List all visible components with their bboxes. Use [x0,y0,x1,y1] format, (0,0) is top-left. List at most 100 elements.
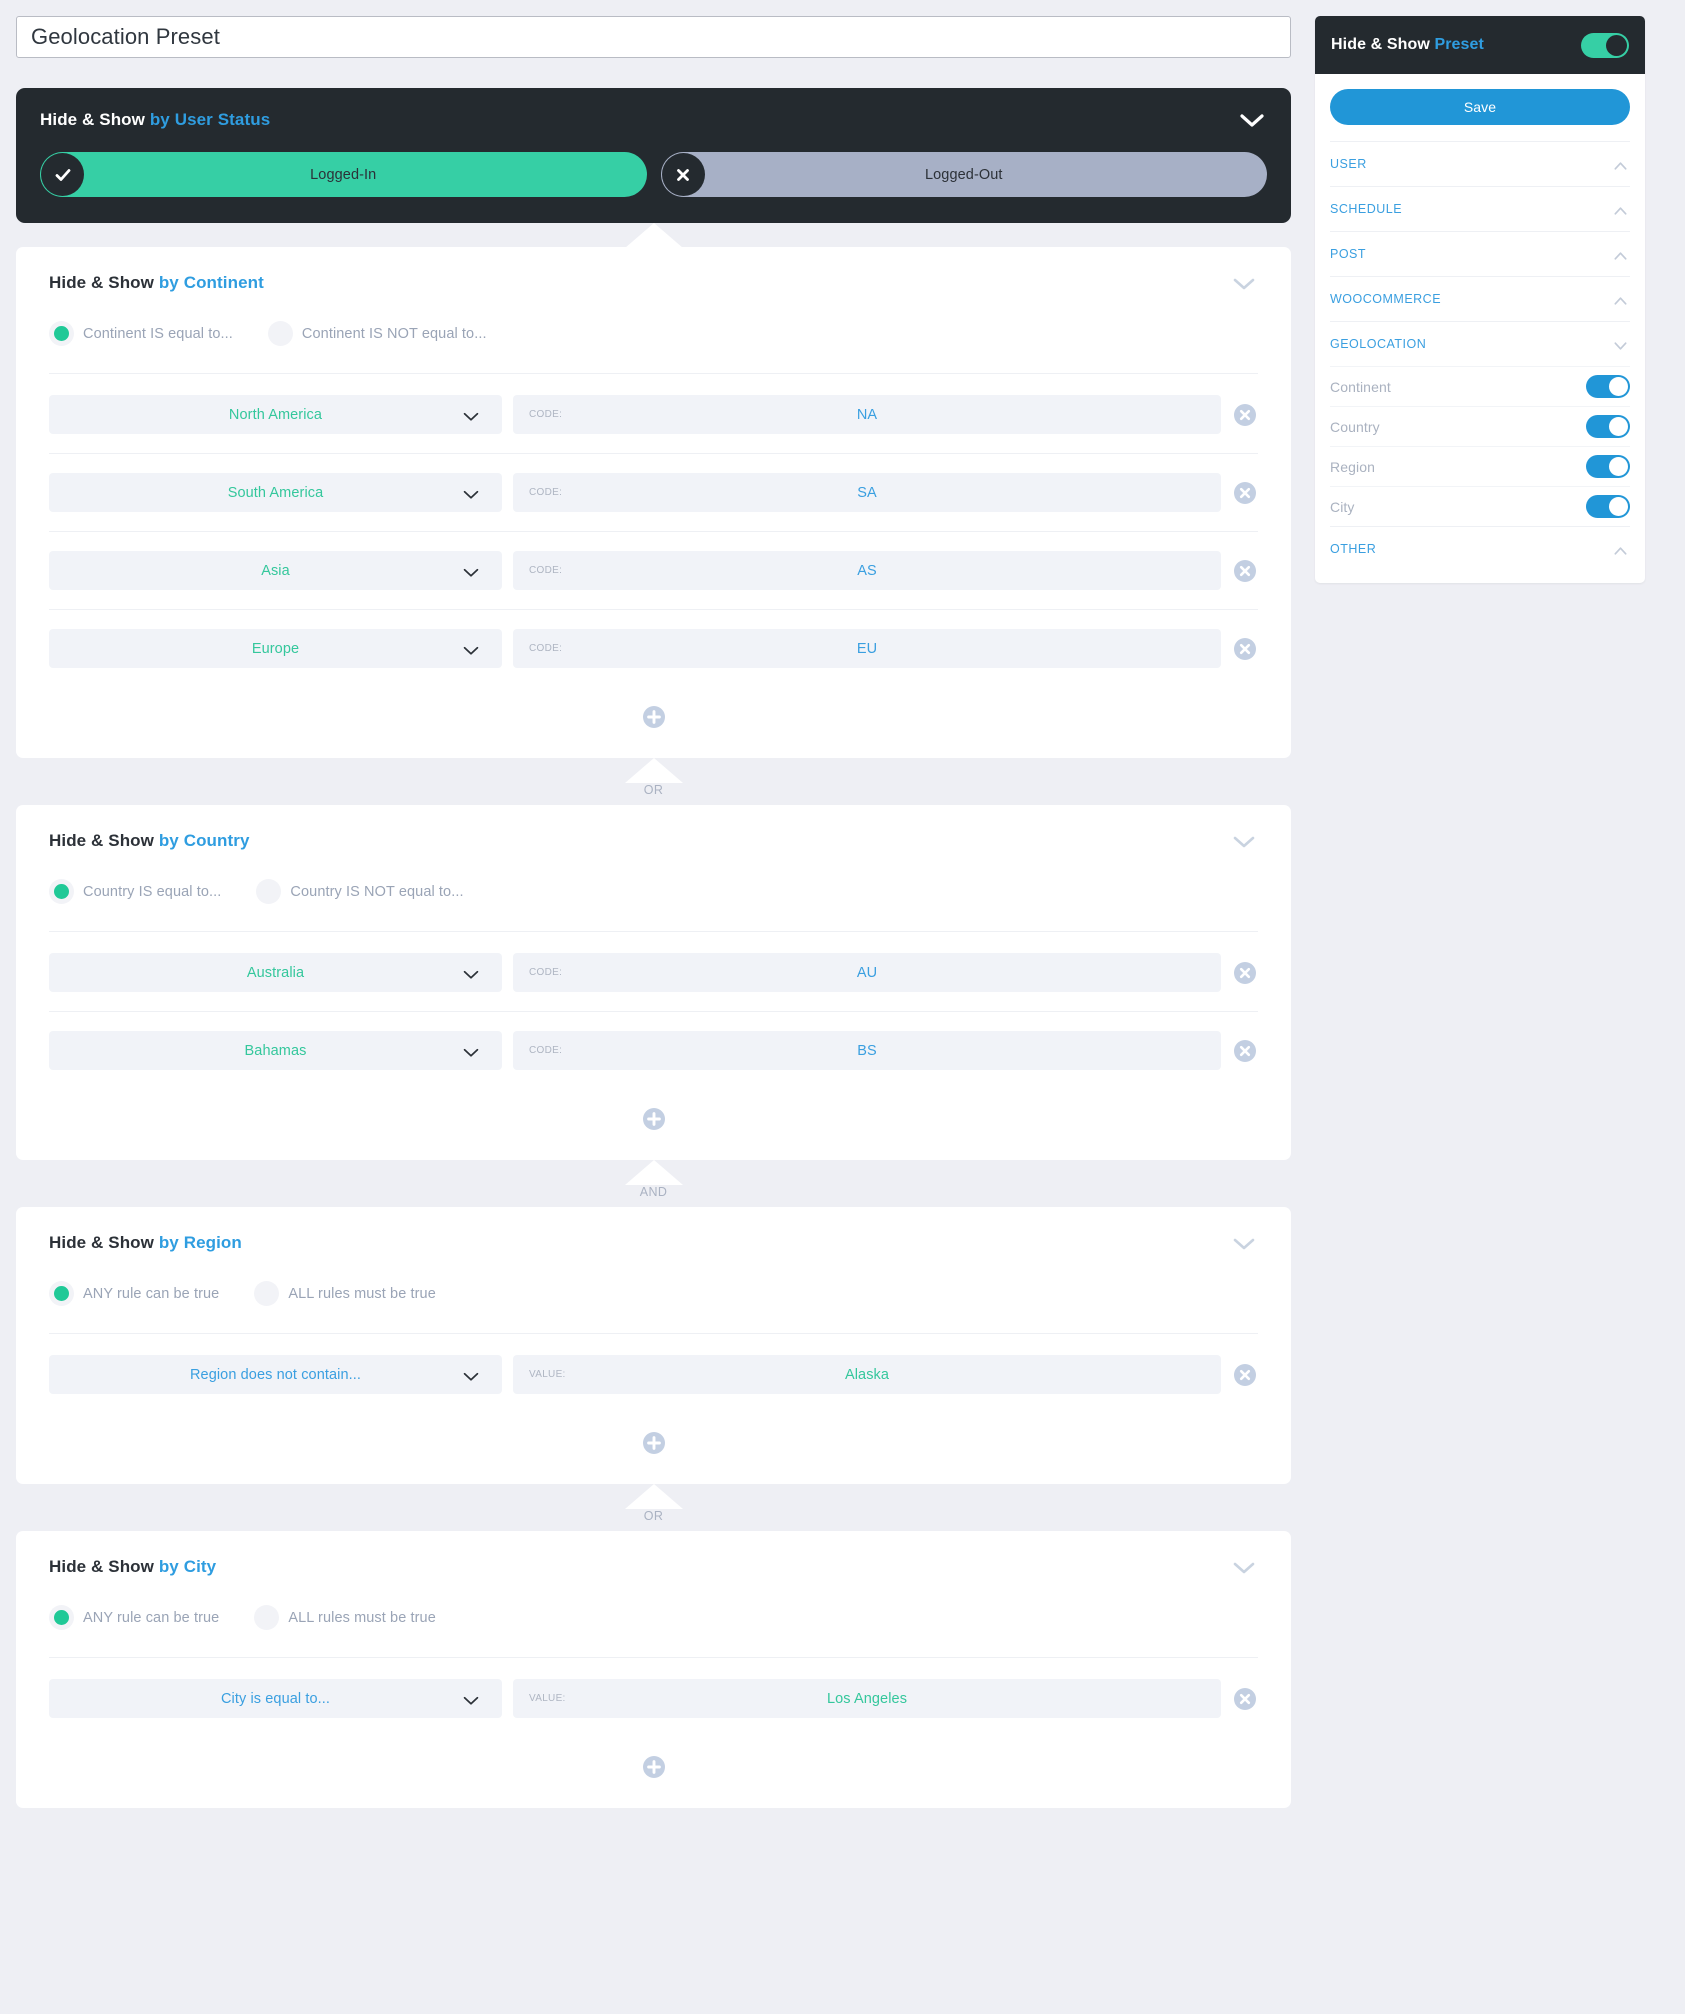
sidebar-section-geolocation[interactable]: GEOLOCATION [1330,321,1630,366]
chevron-up-icon[interactable] [1611,544,1630,555]
sidebar-item-toggle[interactable] [1586,375,1630,398]
rule-mode-option[interactable]: ANY rule can be true [49,1605,219,1630]
chevron-down-icon [462,967,480,978]
sidebar-item-country: Country [1330,406,1630,446]
add-rule-row [49,1737,1258,1808]
rule-value-input[interactable]: CODE:NA [513,395,1221,434]
sidebar-item-toggle[interactable] [1586,495,1630,518]
radio-unchecked-icon[interactable] [254,1605,279,1630]
sidebar-item-toggle[interactable] [1586,455,1630,478]
rule-mode-option[interactable]: Continent IS NOT equal to... [268,321,487,346]
radio-unchecked-icon[interactable] [256,879,281,904]
sidebar-item-label: Continent [1330,379,1391,395]
rule-card-title: Hide & Show by Region [49,1233,242,1253]
radio-dot [261,884,276,899]
sidebar-section-user[interactable]: USER [1330,141,1630,186]
remove-circle-icon[interactable] [1232,480,1258,506]
rule-value-input[interactable]: CODE:AU [513,953,1221,992]
chevron-up-icon[interactable] [1611,249,1630,260]
user-status-option-logged-out[interactable]: Logged-Out [661,152,1268,197]
sidebar-section-woocommerce[interactable]: WOOCOMMERCE [1330,276,1630,321]
sidebar-section-label: POST [1330,247,1366,261]
rule-select[interactable]: Australia [49,953,502,992]
chevron-up-icon[interactable] [1611,204,1630,215]
plus-circle-icon[interactable] [641,1430,667,1456]
preset-master-toggle[interactable] [1581,33,1629,58]
rule-select[interactable]: City is equal to... [49,1679,502,1718]
rule-select[interactable]: Region does not contain... [49,1355,502,1394]
rule-select-value: Europe [252,641,299,657]
rule-row: Bahamas CODE:BS [49,1012,1258,1089]
rule-select[interactable]: South America [49,473,502,512]
rule-mode-option[interactable]: Country IS NOT equal to... [256,879,463,904]
remove-circle-icon[interactable] [1232,1362,1258,1388]
radio-checked-icon[interactable] [49,879,74,904]
remove-circle-icon[interactable] [1232,1686,1258,1712]
chevron-down-icon [462,565,480,576]
save-button[interactable]: Save [1330,89,1630,125]
rule-value-input[interactable]: VALUE:Alaska [513,1355,1221,1394]
plus-circle-icon[interactable] [641,1106,667,1132]
remove-circle-icon[interactable] [1232,960,1258,986]
sidebar-section-other[interactable]: OTHER [1330,526,1630,571]
rule-mode-option[interactable]: ANY rule can be true [49,1281,219,1306]
user-status-option-logged-in[interactable]: Logged-In [40,152,647,197]
rule-value-text: AS [513,563,1221,579]
rule-value-input[interactable]: CODE:EU [513,629,1221,668]
sidebar-sections: USERSCHEDULE POST WOOCOMMERCEGEOLOCATION Co… [1330,141,1630,571]
plus-circle-icon[interactable] [641,704,667,730]
remove-circle-icon[interactable] [1232,1038,1258,1064]
rule-select[interactable]: Asia [49,551,502,590]
rule-value-text: EU [513,641,1221,657]
rule-value-input[interactable]: CODE:SA [513,473,1221,512]
chevron-down-icon[interactable] [1230,275,1258,292]
chevron-up-icon[interactable] [1611,159,1630,170]
rule-rows: Region does not contain... VALUE:Alaska [49,1334,1258,1413]
sidebar-item-label: Country [1330,419,1380,435]
radio-checked-icon[interactable] [49,1605,74,1630]
chevron-down-icon[interactable] [1237,111,1267,129]
rule-mode-option[interactable]: Country IS equal to... [49,879,221,904]
preset-sidebar: Hide & Show Preset Save USERSCHEDULEPOST… [1315,16,1645,583]
rule-mode-option[interactable]: ALL rules must be true [254,1281,436,1306]
rule-rows: City is equal to... VALUE:Los Angeles [49,1658,1258,1737]
sidebar-item-toggle[interactable] [1586,415,1630,438]
sidebar-section-schedule[interactable]: SCHEDULE [1330,186,1630,231]
plus-circle-icon[interactable] [641,1754,667,1780]
preset-title-input[interactable] [16,16,1291,58]
add-rule-row [49,687,1258,758]
rule-row: Asia CODE:AS [49,532,1258,610]
rule-value-input[interactable]: VALUE:Los Angeles [513,1679,1221,1718]
chevron-down-icon[interactable] [1230,1559,1258,1576]
radio-unchecked-icon[interactable] [254,1281,279,1306]
toggle-knob [1609,377,1628,396]
sidebar-section-post[interactable]: POST [1330,231,1630,276]
rule-value-text: SA [513,485,1221,501]
remove-circle-icon[interactable] [1232,558,1258,584]
chevron-up-icon[interactable] [1611,294,1630,305]
rule-value-input[interactable]: CODE:AS [513,551,1221,590]
remove-circle-icon[interactable] [1232,402,1258,428]
rule-value-input[interactable]: CODE:BS [513,1031,1221,1070]
chevron-down-icon[interactable] [1230,1235,1258,1252]
rule-select[interactable]: Europe [49,629,502,668]
rule-mode-option[interactable]: ALL rules must be true [254,1605,436,1630]
save-button-wrap: Save [1330,74,1630,141]
rule-select[interactable]: Bahamas [49,1031,502,1070]
rule-mode-row: ANY rule can be true ALL rules must be tr… [49,1281,1258,1334]
chevron-down-icon[interactable] [1230,833,1258,850]
rule-value-label: CODE: [529,1045,562,1056]
rule-card-by-continent: Hide & Show by ContinentContinent IS equ… [16,247,1291,758]
rule-row: North America CODE:NA [49,376,1258,454]
rule-mode-option[interactable]: Continent IS equal to... [49,321,233,346]
toggle-knob [1609,457,1628,476]
toggle-knob [1609,417,1628,436]
rule-select[interactable]: North America [49,395,502,434]
radio-checked-icon[interactable] [49,321,74,346]
rule-card-title-accent: by Country [159,831,250,850]
sidebar-bottom-pad [1330,571,1630,583]
chevron-down-icon[interactable] [1611,339,1630,350]
radio-checked-icon[interactable] [49,1281,74,1306]
remove-circle-icon[interactable] [1232,636,1258,662]
radio-unchecked-icon[interactable] [268,321,293,346]
